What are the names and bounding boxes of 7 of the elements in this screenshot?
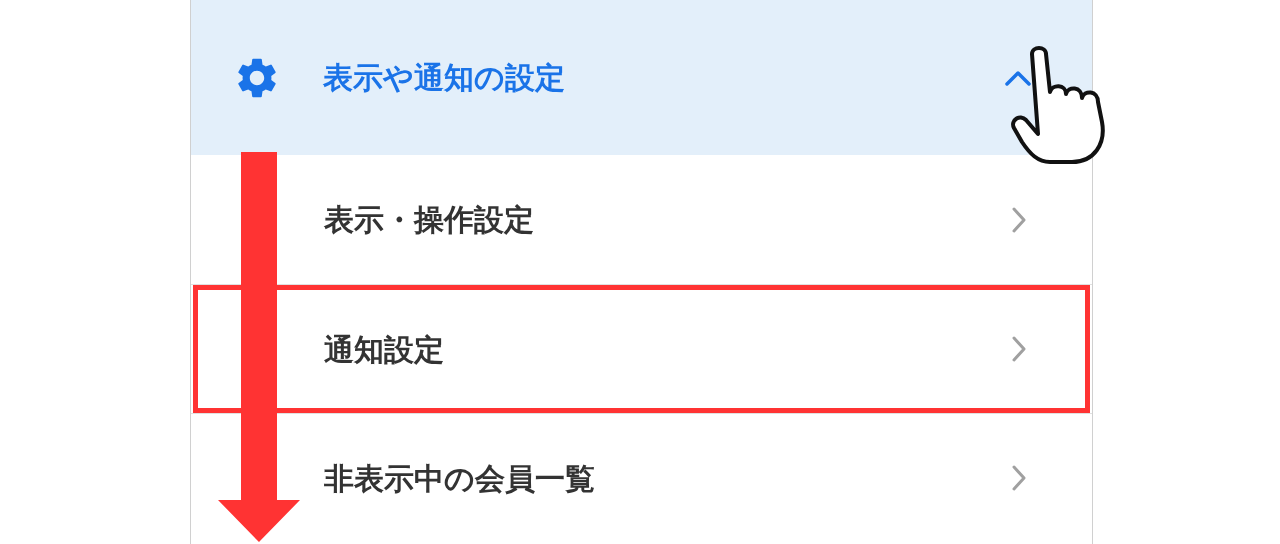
section-title: 表示や通知の設定 — [322, 59, 565, 97]
menu-item[interactable]: 表示・操作設定 — [190, 155, 1092, 284]
menu-item-label: 表示・操作設定 — [323, 201, 534, 239]
menu-item-label: 通知設定 — [323, 330, 444, 369]
section-header[interactable]: 表示や通知の設定 — [190, 0, 1092, 155]
menu-item-label: 非表示中の会員一覧 — [323, 459, 595, 498]
chevron-up-icon — [1003, 68, 1032, 87]
